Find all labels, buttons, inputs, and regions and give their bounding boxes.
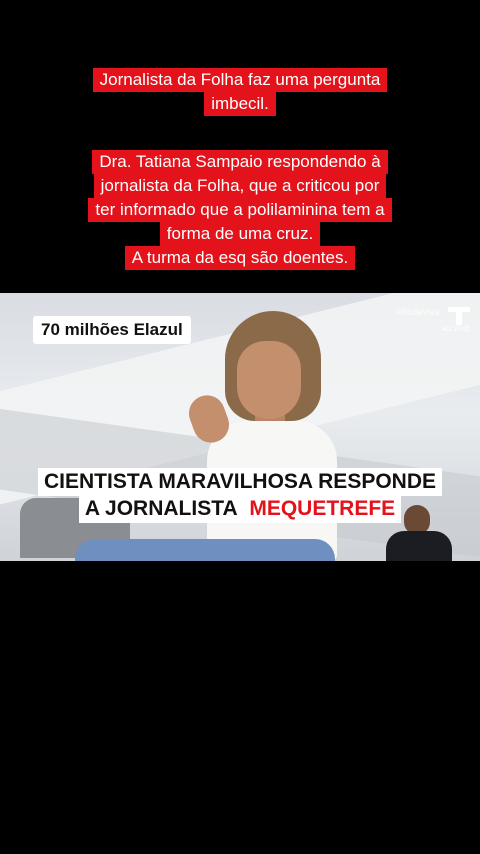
speaker-jeans	[75, 539, 335, 561]
headline-line-1: CIENTISTA MARAVILHOSA RESPONDE	[0, 468, 480, 496]
caption-line: forma de uma cruz.	[159, 222, 321, 246]
headline-text: CIENTISTA MARAVILHOSA RESPONDE	[37, 468, 443, 496]
tv-cultura-logo-icon	[448, 303, 470, 325]
speaker-face	[237, 341, 301, 419]
caption-line: jornalista da Folha, que a criticou por	[93, 174, 387, 198]
caption-top: Jornalista da Folha faz uma pergunta imb…	[0, 68, 480, 116]
caption-line: ter informado que a polilaminina tem a	[88, 198, 392, 222]
video-tag: 70 milhões Elazul	[33, 316, 191, 344]
interpreter-body	[386, 531, 452, 561]
video-frame[interactable]: 70 milhões Elazul #RodaViva AO VIVO CIEN…	[0, 293, 480, 561]
hashtag-label: #RodaViva	[395, 307, 440, 317]
caption-line: Dra. Tatiana Sampaio respondendo à	[92, 150, 388, 174]
headline-prefix: A JORNALISTA	[84, 497, 238, 520]
headline-highlight: MEQUETREFE	[249, 497, 396, 520]
live-label: AO VIVO	[441, 326, 470, 333]
caption-line: Jornalista da Folha faz uma pergunta	[92, 68, 388, 92]
caption-line: imbecil.	[204, 92, 276, 116]
caption-main: Dra. Tatiana Sampaio respondendo à jorna…	[0, 150, 480, 270]
headline-box: A JORNALISTA MEQUETREFE	[78, 495, 402, 523]
channel-logo: #RodaViva AO VIVO	[396, 303, 470, 333]
caption-line: A turma da esq são doentes.	[124, 246, 356, 270]
headline-line-2: A JORNALISTA MEQUETREFE	[0, 495, 480, 523]
